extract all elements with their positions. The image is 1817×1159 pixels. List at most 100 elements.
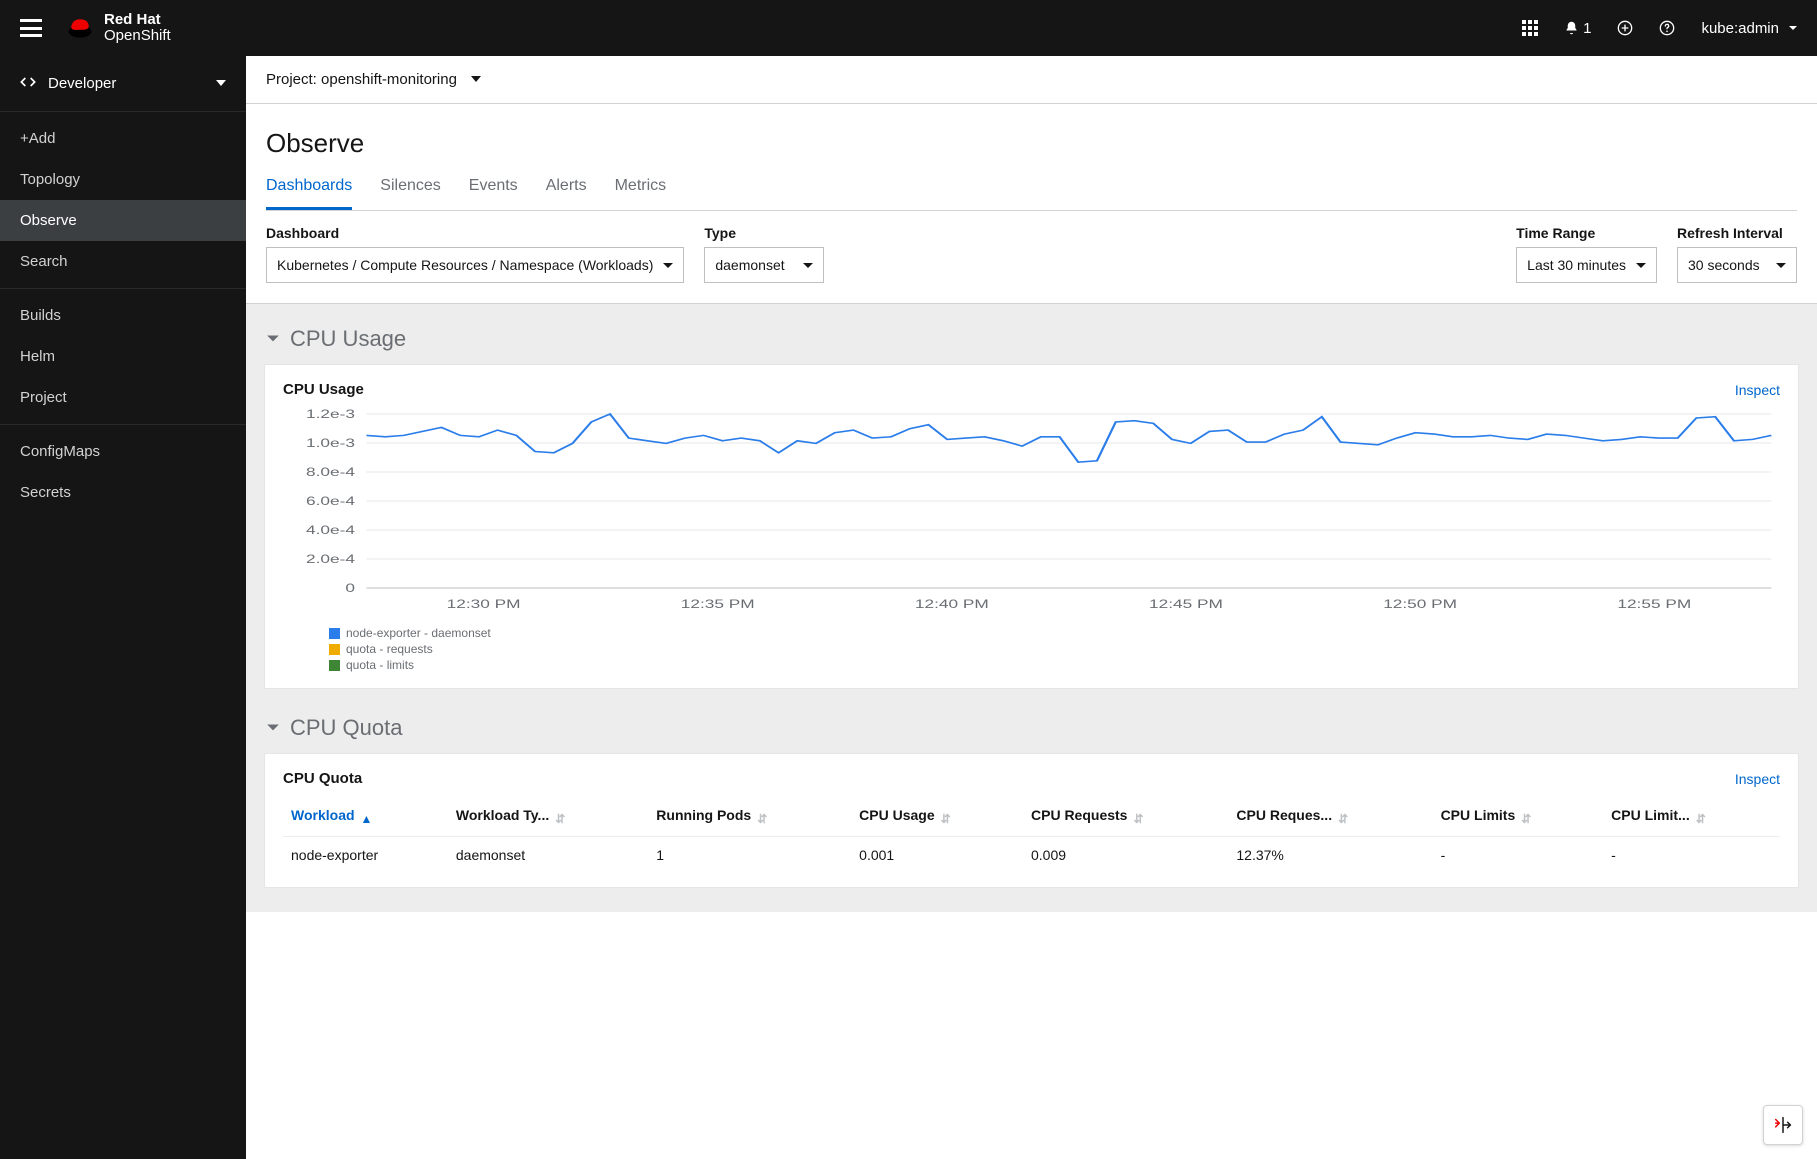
legend-label: quota - requests bbox=[346, 642, 433, 656]
cpu-quota-table: Workload▲Workload Ty...⇵Running Pods⇵CPU… bbox=[283, 797, 1780, 873]
svg-text:12:45 PM: 12:45 PM bbox=[1149, 598, 1223, 611]
column-header[interactable]: Workload Ty...⇵ bbox=[448, 797, 648, 837]
column-header[interactable]: CPU Reques...⇵ bbox=[1228, 797, 1432, 837]
chevron-down-icon bbox=[471, 71, 481, 88]
project-selector[interactable]: Project: openshift-monitoring bbox=[266, 71, 481, 88]
card-title: CPU Quota bbox=[283, 770, 362, 787]
sort-icon: ⇵ bbox=[1696, 812, 1706, 826]
tab-silences[interactable]: Silences bbox=[380, 177, 440, 210]
chevron-down-icon bbox=[266, 332, 280, 346]
timerange-select[interactable]: Last 30 minutes bbox=[1516, 247, 1657, 283]
legend-swatch-icon bbox=[329, 644, 340, 655]
code-icon bbox=[20, 74, 36, 94]
inspect-link[interactable]: Inspect bbox=[1735, 382, 1780, 398]
card-title: CPU Usage bbox=[283, 381, 364, 398]
sidebar-item-helm[interactable]: Helm bbox=[0, 336, 246, 377]
user-name: kube:admin bbox=[1701, 20, 1779, 37]
sort-icon: ⇵ bbox=[941, 812, 951, 826]
column-header[interactable]: Running Pods⇵ bbox=[648, 797, 851, 837]
inspect-link[interactable]: Inspect bbox=[1735, 771, 1780, 787]
svg-text:1.0e-3: 1.0e-3 bbox=[306, 437, 355, 450]
svg-text:12:55 PM: 12:55 PM bbox=[1617, 598, 1691, 611]
sidebar-item-secrets[interactable]: Secrets bbox=[0, 472, 246, 513]
sidebar-item--add[interactable]: +Add bbox=[0, 118, 246, 159]
svg-text:12:35 PM: 12:35 PM bbox=[681, 598, 755, 611]
legend-swatch-icon bbox=[329, 660, 340, 671]
table-row: node-exporterdaemonset10.0010.00912.37%-… bbox=[283, 837, 1780, 874]
svg-text:12:30 PM: 12:30 PM bbox=[447, 598, 521, 611]
sidebar-item-topology[interactable]: Topology bbox=[0, 159, 246, 200]
table-cell: 0.001 bbox=[851, 837, 1023, 874]
notifications-button[interactable]: 1 bbox=[1564, 20, 1591, 37]
type-select[interactable]: daemonset bbox=[704, 247, 824, 283]
svg-text:1.2e-3: 1.2e-3 bbox=[306, 408, 355, 421]
sidebar-item-search[interactable]: Search bbox=[0, 241, 246, 282]
dashboard-label: Dashboard bbox=[266, 225, 684, 241]
section-title-cpu-quota: CPU Quota bbox=[290, 715, 403, 741]
sidebar-item-observe[interactable]: Observe bbox=[0, 200, 246, 241]
tab-metrics[interactable]: Metrics bbox=[615, 177, 667, 210]
table-cell: daemonset bbox=[448, 837, 648, 874]
plus-circle-icon bbox=[1617, 20, 1633, 36]
project-label: Project: bbox=[266, 71, 317, 88]
chevron-down-icon bbox=[266, 721, 280, 735]
column-header[interactable]: CPU Requests⇵ bbox=[1023, 797, 1228, 837]
sidebar-item-configmaps[interactable]: ConfigMaps bbox=[0, 431, 246, 472]
tab-dashboards[interactable]: Dashboards bbox=[266, 177, 352, 210]
column-header[interactable]: CPU Usage⇵ bbox=[851, 797, 1023, 837]
perspective-label: Developer bbox=[48, 75, 116, 92]
card-cpu-quota: CPU Quota Inspect Workload▲Workload Ty..… bbox=[264, 753, 1799, 888]
import-button[interactable] bbox=[1617, 20, 1633, 36]
refresh-select-value: 30 seconds bbox=[1688, 257, 1760, 273]
column-header[interactable]: Workload▲ bbox=[283, 797, 448, 837]
project-bar: Project: openshift-monitoring bbox=[246, 56, 1817, 104]
column-header[interactable]: CPU Limit...⇵ bbox=[1603, 797, 1780, 837]
table-cell: 1 bbox=[648, 837, 851, 874]
sort-icon: ⇵ bbox=[1521, 812, 1531, 826]
project-value: openshift-monitoring bbox=[321, 71, 457, 88]
section-toggle-cpu-usage[interactable]: CPU Usage bbox=[264, 318, 1799, 364]
sidebar-item-builds[interactable]: Builds bbox=[0, 295, 246, 336]
svg-text:6.0e-4: 6.0e-4 bbox=[306, 495, 355, 508]
section-title-cpu-usage: CPU Usage bbox=[290, 326, 406, 352]
user-menu-button[interactable]: kube:admin bbox=[1701, 20, 1797, 37]
chart-legend: node-exporter - daemonset quota - request… bbox=[329, 626, 1780, 672]
timerange-select-value: Last 30 minutes bbox=[1527, 257, 1626, 273]
brand-logo[interactable]: Red Hat OpenShift bbox=[66, 12, 171, 44]
sort-icon: ⇵ bbox=[555, 812, 565, 826]
legend-item[interactable]: node-exporter - daemonset bbox=[329, 626, 1780, 640]
tabs: Dashboards Silences Events Alerts Metrics bbox=[266, 177, 1797, 211]
sidebar-nav: +AddTopologyObserveSearch BuildsHelmProje… bbox=[0, 112, 246, 519]
perspective-switcher[interactable]: Developer bbox=[0, 56, 246, 112]
svg-text:0: 0 bbox=[345, 582, 355, 595]
card-cpu-usage: CPU Usage Inspect 02.0e-44.0e-46.0e-48.0… bbox=[264, 364, 1799, 689]
chevron-down-icon bbox=[216, 75, 226, 92]
cpu-usage-chart: 02.0e-44.0e-46.0e-48.0e-41.0e-31.2e-312:… bbox=[283, 406, 1780, 616]
legend-item[interactable]: quota - limits bbox=[329, 658, 1780, 672]
question-circle-icon bbox=[1659, 20, 1675, 36]
svg-text:8.0e-4: 8.0e-4 bbox=[306, 466, 355, 479]
timerange-label: Time Range bbox=[1516, 225, 1657, 241]
accessibility-badge-button[interactable] bbox=[1763, 1105, 1803, 1145]
tab-alerts[interactable]: Alerts bbox=[546, 177, 587, 210]
redhat-fedora-icon bbox=[66, 14, 94, 42]
type-select-value: daemonset bbox=[715, 257, 784, 273]
refresh-select[interactable]: 30 seconds bbox=[1677, 247, 1797, 283]
app-launcher-icon[interactable] bbox=[1522, 20, 1538, 36]
bell-icon bbox=[1564, 20, 1579, 36]
hamburger-menu-button[interactable] bbox=[20, 19, 42, 37]
help-button[interactable] bbox=[1659, 20, 1675, 36]
type-label: Type bbox=[704, 225, 824, 241]
notification-count: 1 bbox=[1583, 20, 1591, 37]
table-cell: 0.009 bbox=[1023, 837, 1228, 874]
sidebar-item-project[interactable]: Project bbox=[0, 377, 246, 418]
sort-asc-icon: ▲ bbox=[361, 812, 373, 826]
tab-events[interactable]: Events bbox=[469, 177, 518, 210]
dashboard-select[interactable]: Kubernetes / Compute Resources / Namespa… bbox=[266, 247, 684, 283]
section-toggle-cpu-quota[interactable]: CPU Quota bbox=[264, 707, 1799, 753]
dashboard-select-value: Kubernetes / Compute Resources / Namespa… bbox=[277, 257, 653, 273]
legend-item[interactable]: quota - requests bbox=[329, 642, 1780, 656]
table-cell: - bbox=[1433, 837, 1604, 874]
column-header[interactable]: CPU Limits⇵ bbox=[1433, 797, 1604, 837]
brand-text: Red Hat OpenShift bbox=[104, 12, 171, 44]
